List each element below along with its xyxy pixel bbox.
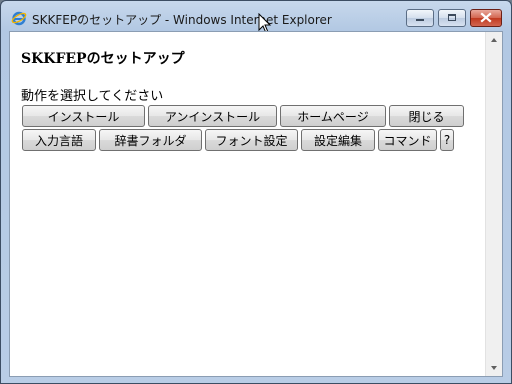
dictionary-folder-button[interactable]: 辞書フォルダ <box>99 129 202 151</box>
edit-settings-button[interactable]: 設定編集 <box>301 129 375 151</box>
homepage-button[interactable]: ホームページ <box>280 105 386 127</box>
action-buttons-row-2: 入力言語 辞書フォルダ フォント設定 設定編集 コマンド ? <box>22 129 454 151</box>
command-button[interactable]: コマンド <box>378 129 437 151</box>
browser-window: SKKFEPのセットアップ - Windows Internet Explore… <box>0 0 512 384</box>
install-button[interactable]: インストール <box>22 105 145 127</box>
vertical-scrollbar[interactable] <box>485 32 502 376</box>
window-title: SKKFEPのセットアップ - Windows Internet Explore… <box>32 13 332 27</box>
title-bar[interactable]: SKKFEPのセットアップ - Windows Internet Explore… <box>1 1 511 31</box>
scroll-down-icon <box>491 366 497 370</box>
page-content: SKKFEPのセットアップ 動作を選択してください インストール アンインストー… <box>10 32 487 376</box>
scroll-down-button[interactable] <box>486 359 502 376</box>
scroll-up-icon <box>491 38 497 42</box>
internet-explorer-icon <box>11 10 27 26</box>
close-icon <box>480 12 492 23</box>
close-window-button[interactable] <box>470 9 502 27</box>
scroll-up-button[interactable] <box>486 32 502 49</box>
minimize-icon <box>416 19 424 21</box>
page-viewport: SKKFEPのセットアップ 動作を選択してください インストール アンインストー… <box>9 31 503 377</box>
font-settings-button[interactable]: フォント設定 <box>205 129 298 151</box>
page-title: SKKFEPのセットアップ <box>21 51 185 67</box>
input-language-button[interactable]: 入力言語 <box>22 129 96 151</box>
close-button[interactable]: 閉じる <box>389 105 464 127</box>
uninstall-button[interactable]: アンインストール <box>148 105 277 127</box>
help-button[interactable]: ? <box>440 129 454 151</box>
maximize-button[interactable] <box>438 9 466 27</box>
action-buttons-row-1: インストール アンインストール ホームページ 閉じる <box>22 105 464 127</box>
maximize-icon <box>448 14 456 21</box>
minimize-button[interactable] <box>406 9 434 27</box>
action-prompt: 動作を選択してください <box>21 89 164 104</box>
